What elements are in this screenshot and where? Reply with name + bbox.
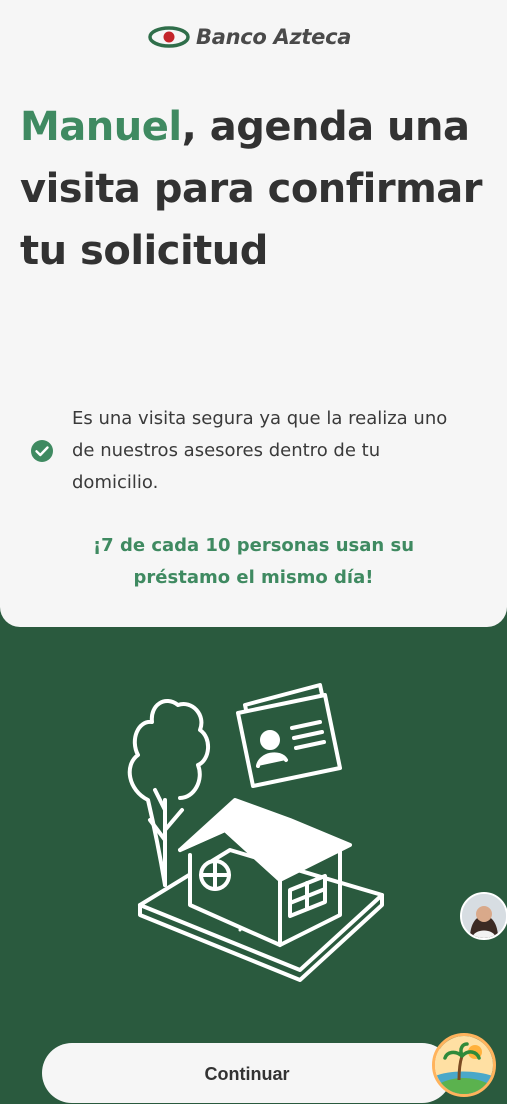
continue-button[interactable]: Continuar: [42, 1043, 452, 1103]
info-text: Es una visita segura ya que la realiza u…: [72, 408, 448, 493]
top-card: Banco Azteca Manuel, agenda una visita p…: [0, 0, 507, 627]
house-illustration: [127, 683, 384, 982]
beach-badge[interactable]: [432, 1033, 496, 1097]
brand-name: Banco Azteca: [196, 25, 352, 49]
banco-azteca-logo-icon: [148, 26, 190, 48]
promo-line-1: ¡7 de cada 10 personas usan su: [92, 535, 415, 556]
brand-logo: Banco Azteca: [148, 25, 351, 49]
check-circle-icon: [31, 440, 53, 462]
promo-text: ¡7 de cada 10 personas usan su préstamo …: [0, 530, 507, 594]
page-title: Manuel, agenda una visita para confirmar…: [20, 96, 490, 282]
user-name: Manuel: [20, 104, 182, 150]
info-row: Es una visita segura ya que la realiza u…: [30, 403, 470, 499]
palm-tree-icon: [435, 1036, 493, 1094]
promo-line-2: préstamo el mismo día!: [133, 567, 374, 588]
avatar-icon: [462, 894, 506, 938]
assistant-avatar[interactable]: [460, 892, 507, 940]
